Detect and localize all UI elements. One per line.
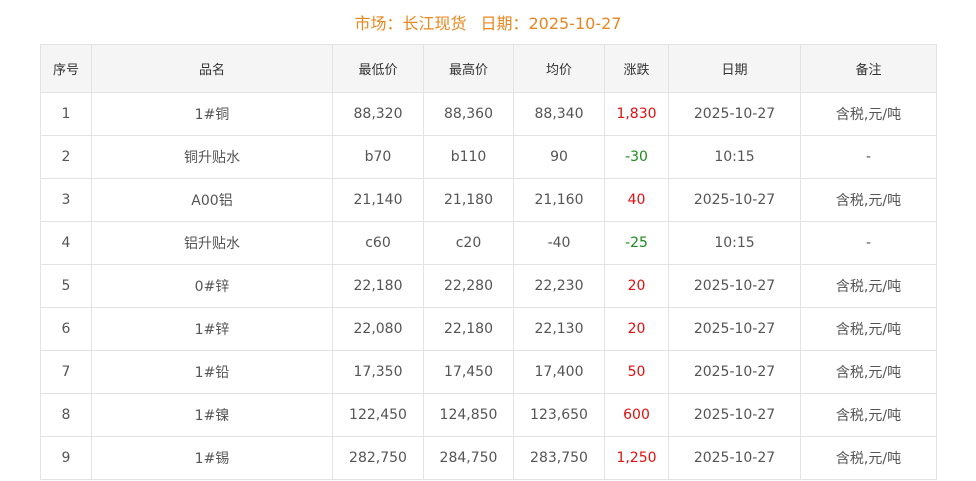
cell-index: 8	[40, 393, 92, 437]
cell-change: 50	[604, 350, 669, 394]
column-header-note: 备注	[800, 44, 937, 93]
cell-name: A00铝	[91, 178, 333, 222]
cell-index: 4	[40, 221, 92, 265]
cell-date: 2025-10-27	[668, 178, 801, 222]
cell-avg: 22,130	[513, 307, 605, 351]
table-body: 1 1#铜 88,320 88,360 88,340 1,830 2025-10-27 含税,…	[40, 92, 937, 480]
table-row: 7 1#铅 17,350 17,450 17,400 50 2025-10-27 含税,元/吨	[40, 350, 937, 394]
table-row: 2 铜升贴水 b70 b110 90 -30 10:15-	[40, 135, 937, 179]
cell-change: 20	[604, 264, 669, 308]
cell-high: b110	[423, 135, 514, 179]
cell-note: -	[800, 221, 937, 265]
cell-note: 含税,元/吨	[800, 393, 937, 437]
cell-name: 1#锡	[91, 436, 333, 480]
cell-name: 铜升贴水	[91, 135, 333, 179]
cell-index: 9	[40, 436, 92, 480]
cell-high: 124,850	[423, 393, 514, 437]
cell-high: 284,750	[423, 436, 514, 480]
cell-avg: -40	[513, 221, 605, 265]
cell-low: 22,080	[332, 307, 424, 351]
cell-change: 1,250	[604, 436, 669, 480]
cell-low: 282,750	[332, 436, 424, 480]
cell-high: 22,280	[423, 264, 514, 308]
cell-date: 10:15	[668, 135, 801, 179]
cell-index: 2	[40, 135, 92, 179]
cell-low: 21,140	[332, 178, 424, 222]
cell-change: -25	[604, 221, 669, 265]
cell-date: 2025-10-27	[668, 264, 801, 308]
cell-high: 88,360	[423, 92, 514, 136]
cell-avg: 17,400	[513, 350, 605, 394]
cell-low: 88,320	[332, 92, 424, 136]
cell-change: 600	[604, 393, 669, 437]
cell-low: c60	[332, 221, 424, 265]
cell-avg: 123,650	[513, 393, 605, 437]
cell-high: 22,180	[423, 307, 514, 351]
column-header-high: 最高价	[423, 44, 514, 93]
cell-change: 40	[604, 178, 669, 222]
cell-low: b70	[332, 135, 424, 179]
page-heading: 市场：长江现货 日期：2025-10-27	[0, 12, 976, 36]
cell-index: 1	[40, 92, 92, 136]
table-row: 4 铝升贴水 c60 c20 -40 -25 10:15-	[40, 221, 937, 265]
column-header-name: 品名	[91, 44, 333, 93]
cell-date: 2025-10-27	[668, 92, 801, 136]
cell-name: 1#铅	[91, 350, 333, 394]
cell-avg: 22,230	[513, 264, 605, 308]
cell-date: 2025-10-27	[668, 307, 801, 351]
cell-high: 17,450	[423, 350, 514, 394]
cell-index: 3	[40, 178, 92, 222]
cell-note: 含税,元/吨	[800, 436, 937, 480]
cell-low: 17,350	[332, 350, 424, 394]
cell-low: 122,450	[332, 393, 424, 437]
cell-name: 0#锌	[91, 264, 333, 308]
table-row: 5 0#锌 22,180 22,280 22,230 20 2025-10-27 含税,元/吨	[40, 264, 937, 308]
page: 市场：长江现货 日期：2025-10-27 序号 品名 最低价 最高价 均价 涨跌…	[0, 0, 976, 481]
cell-note: 含税,元/吨	[800, 92, 937, 136]
column-header-change: 涨跌	[604, 44, 669, 93]
cell-note: 含税,元/吨	[800, 178, 937, 222]
date-label: 日期：2025-10-27	[480, 14, 622, 33]
cell-name: 1#锌	[91, 307, 333, 351]
table-row: 9 1#锡 282,750 284,750 283,750 1,250 2025-10-27…	[40, 436, 937, 480]
cell-note: 含税,元/吨	[800, 307, 937, 351]
cell-avg: 21,160	[513, 178, 605, 222]
cell-index: 5	[40, 264, 92, 308]
column-header-index: 序号	[40, 44, 92, 93]
cell-note: -	[800, 135, 937, 179]
cell-high: 21,180	[423, 178, 514, 222]
cell-change: 1,830	[604, 92, 669, 136]
cell-date: 2025-10-27	[668, 350, 801, 394]
cell-high: c20	[423, 221, 514, 265]
cell-name: 1#铜	[91, 92, 333, 136]
cell-date: 2025-10-27	[668, 393, 801, 437]
column-header-avg: 均价	[513, 44, 605, 93]
cell-avg: 88,340	[513, 92, 605, 136]
table-row: 3 A00铝 21,140 21,180 21,160 40 2025-10-27 含税,元/…	[40, 178, 937, 222]
cell-index: 6	[40, 307, 92, 351]
cell-name: 铝升贴水	[91, 221, 333, 265]
header-row: 序号 品名 最低价 最高价 均价 涨跌 日期 备注	[40, 44, 937, 93]
cell-change: -30	[604, 135, 669, 179]
table-row: 8 1#镍 122,450 124,850 123,650 600 2025-10-27 含税…	[40, 393, 937, 437]
cell-index: 7	[40, 350, 92, 394]
cell-date: 10:15	[668, 221, 801, 265]
table-header: 序号 品名 最低价 最高价 均价 涨跌 日期 备注	[40, 44, 937, 93]
cell-note: 含税,元/吨	[800, 350, 937, 394]
cell-date: 2025-10-27	[668, 436, 801, 480]
cell-note: 含税,元/吨	[800, 264, 937, 308]
price-table: 序号 品名 最低价 最高价 均价 涨跌 日期 备注 1 1#铜 88,320 88,3…	[40, 44, 937, 480]
column-header-low: 最低价	[332, 44, 424, 93]
cell-low: 22,180	[332, 264, 424, 308]
cell-avg: 283,750	[513, 436, 605, 480]
cell-change: 20	[604, 307, 669, 351]
market-label: 市场：长江现货	[354, 14, 467, 33]
cell-name: 1#镍	[91, 393, 333, 437]
cell-avg: 90	[513, 135, 605, 179]
table-row: 1 1#铜 88,320 88,360 88,340 1,830 2025-10-27 含税,…	[40, 92, 937, 136]
column-header-date: 日期	[668, 44, 801, 93]
table-row: 6 1#锌 22,080 22,180 22,130 20 2025-10-27 含税,元/吨	[40, 307, 937, 351]
